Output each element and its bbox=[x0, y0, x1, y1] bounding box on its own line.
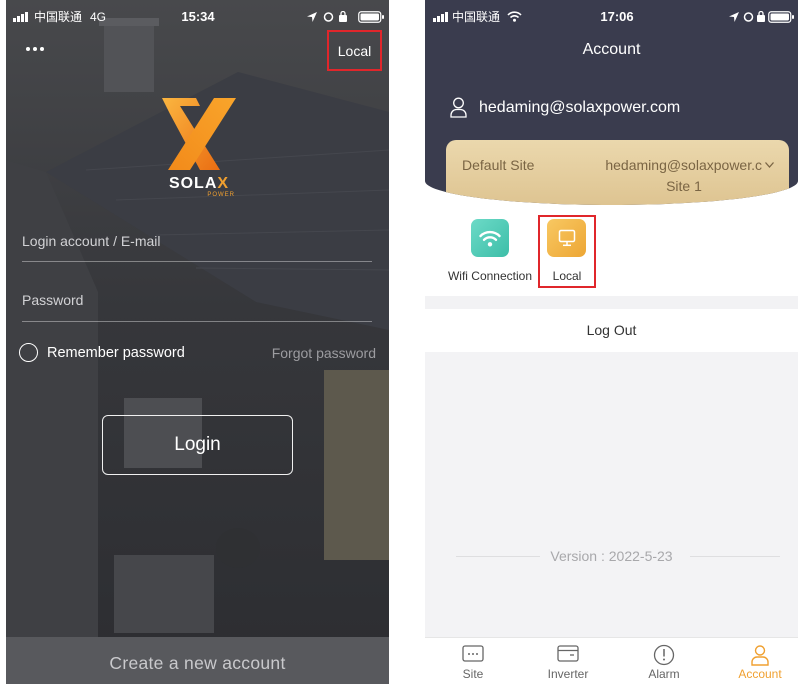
location-icon bbox=[307, 12, 317, 22]
bottom-tab-bar: Site Inverter Alarm Account bbox=[425, 637, 798, 684]
tab-site[interactable]: Site bbox=[435, 638, 511, 684]
login-button[interactable]: Login bbox=[102, 415, 293, 475]
more-icon[interactable] bbox=[25, 47, 47, 53]
local-button[interactable]: Local bbox=[327, 30, 382, 71]
carrier-label: 中国联通 bbox=[34, 10, 83, 24]
signal-icon bbox=[433, 12, 448, 22]
tab-label: Account bbox=[738, 667, 782, 681]
tab-label: Alarm bbox=[648, 667, 680, 681]
alarm-clock-icon bbox=[743, 12, 754, 22]
orientation-lock-icon bbox=[757, 11, 765, 22]
battery-icon bbox=[768, 11, 794, 23]
alarm-icon bbox=[653, 644, 675, 666]
solax-wordmark: SOLAX bbox=[161, 175, 237, 192]
local-button[interactable] bbox=[547, 219, 586, 257]
login-button-label: Login bbox=[174, 434, 221, 455]
wifi-connection-label[interactable]: Wifi Connection bbox=[440, 269, 540, 283]
tab-label: Site bbox=[462, 667, 484, 681]
wifi-icon bbox=[479, 230, 501, 246]
wifi-status-icon bbox=[507, 11, 522, 22]
account-header: 中国联通 17:06 Account hedaming@solaxpower.c… bbox=[425, 0, 798, 205]
site-icon bbox=[462, 645, 484, 662]
site-name: Site 1 bbox=[666, 178, 702, 194]
battery-icon bbox=[358, 11, 384, 23]
alarm-clock-icon bbox=[323, 12, 334, 22]
remember-password-label[interactable]: Remember password bbox=[47, 345, 185, 361]
remember-password-radio[interactable] bbox=[19, 343, 38, 362]
divider bbox=[425, 296, 798, 309]
logo-subtitle: POWER bbox=[207, 192, 235, 198]
account-screen: 中国联通 17:06 Account hedaming@solaxpower.c… bbox=[425, 0, 798, 684]
status-time: 17:06 bbox=[600, 9, 634, 24]
site-account-selector[interactable]: hedaming@solaxpower.c bbox=[596, 157, 762, 173]
user-icon bbox=[450, 97, 467, 118]
wifi-connection-button[interactable] bbox=[471, 219, 509, 257]
tab-inverter[interactable]: Inverter bbox=[530, 638, 606, 684]
user-email: hedaming@solaxpower.com bbox=[479, 99, 681, 116]
account-icon bbox=[751, 645, 769, 666]
tab-label: Inverter bbox=[547, 667, 589, 681]
create-account-label: Create a new account bbox=[109, 653, 286, 673]
carrier-label: 中国联通 bbox=[452, 10, 501, 24]
solax-x-logo-icon bbox=[162, 98, 236, 170]
logout-button[interactable]: Log Out bbox=[425, 309, 798, 352]
forgot-password-link[interactable]: Forgot password bbox=[246, 345, 376, 361]
chevron-down-icon[interactable] bbox=[765, 162, 774, 168]
password-input[interactable] bbox=[22, 289, 372, 322]
local-tool[interactable]: Local bbox=[538, 215, 596, 288]
inverter-icon bbox=[557, 645, 579, 662]
network-label: 4G bbox=[90, 10, 107, 24]
create-account-button[interactable]: Create a new account bbox=[6, 637, 389, 684]
tab-alarm[interactable]: Alarm bbox=[626, 638, 702, 684]
orientation-lock-icon bbox=[339, 11, 347, 22]
location-icon bbox=[729, 12, 739, 22]
status-time: 15:34 bbox=[181, 9, 215, 24]
content-area bbox=[425, 352, 798, 637]
monitor-icon bbox=[558, 229, 575, 247]
wordmark-main: SOLA bbox=[168, 175, 218, 192]
app-version: Version : 2022-5-23 bbox=[550, 548, 673, 564]
default-site-label: Default Site bbox=[462, 157, 535, 173]
page-title: Account bbox=[582, 41, 641, 58]
wordmark-accent: X bbox=[217, 175, 230, 192]
default-site-card[interactable]: Default Site hedaming@solaxpower.c Site … bbox=[446, 140, 789, 205]
local-button-label: Local bbox=[337, 42, 372, 59]
login-screen: 中国联通 4G 15:34 Local SOLAX POWER Login ac… bbox=[6, 0, 389, 684]
local-label: Local bbox=[552, 269, 582, 283]
account-input[interactable] bbox=[22, 230, 372, 262]
tab-account[interactable]: Account bbox=[722, 638, 798, 684]
signal-icon bbox=[13, 12, 28, 22]
